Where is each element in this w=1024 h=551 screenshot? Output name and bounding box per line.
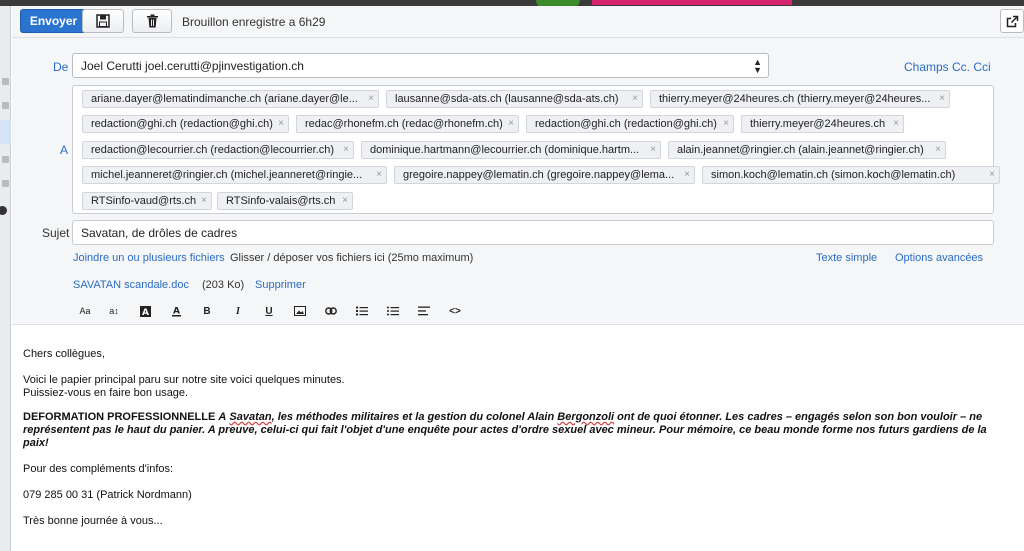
numbered-list-button[interactable]: [353, 302, 371, 320]
message-body-editor[interactable]: Chers collègues, Voici le papier princip…: [12, 324, 1024, 551]
recipient-chip[interactable]: redaction@ghi.ch (redaction@ghi.ch) ×: [526, 115, 734, 133]
draft-status: Brouillon enregistre a 6h29: [182, 15, 326, 29]
recipient-chip[interactable]: lausanne@sda-ats.ch (lausanne@sda-ats.ch…: [386, 90, 643, 108]
body-line: Pour des compléments d'infos:: [23, 463, 174, 475]
recipient-chip[interactable]: simon.koch@lematin.ch (simon.koch@lemati…: [702, 166, 1000, 184]
plain-text-link[interactable]: Texte simple: [816, 252, 877, 264]
remove-recipient-icon[interactable]: ×: [893, 116, 899, 132]
remove-recipient-icon[interactable]: ×: [939, 91, 945, 107]
remove-recipient-icon[interactable]: ×: [376, 167, 382, 183]
send-button[interactable]: Envoyer: [20, 9, 87, 33]
text-color-icon: A: [171, 307, 181, 317]
recipients-field[interactable]: ariane.dayer@lematindimanche.ch (ariane.…: [72, 85, 1000, 214]
floppy-disk-icon: [96, 14, 110, 28]
remove-attachment-link[interactable]: Supprimer: [255, 279, 306, 291]
subject-label: Sujet: [42, 226, 70, 240]
insert-image-button[interactable]: [291, 302, 309, 320]
bold-button[interactable]: B: [198, 302, 216, 320]
folder-icon[interactable]: [2, 156, 9, 163]
cc-bcc-link[interactable]: Champs Cc. Cci: [904, 60, 991, 74]
from-select[interactable]: Joel Cerutti joel.cerutti@pjinvestigatio…: [72, 53, 769, 78]
recipient-chip[interactable]: michel.jeanneret@ringier.ch (michel.jean…: [82, 166, 387, 184]
bullet-list-button[interactable]: [384, 302, 402, 320]
folder-icon[interactable]: [2, 102, 9, 109]
recipient-chip[interactable]: RTSinfo-valais@rts.ch ×: [217, 192, 353, 210]
remove-recipient-icon[interactable]: ×: [343, 142, 349, 158]
attach-files-link[interactable]: Joindre un ou plusieurs fichiers: [73, 252, 225, 264]
recipient-chip[interactable]: thierry.meyer@24heures.ch (thierry.meyer…: [650, 90, 950, 108]
save-draft-button[interactable]: [82, 9, 124, 33]
bullet-list-icon: [387, 306, 399, 316]
highlight-icon: A: [139, 305, 151, 317]
to-label: A: [60, 143, 69, 157]
svg-text:A: A: [142, 308, 149, 317]
popout-button[interactable]: [1000, 9, 1024, 33]
delete-draft-button[interactable]: [132, 9, 172, 33]
left-pane[interactable]: [0, 6, 11, 551]
advanced-options-link[interactable]: Options avancées: [895, 252, 983, 264]
body-greeting: Chers collègues,: [23, 348, 105, 360]
recipient-chip[interactable]: redaction@lecourrier.ch (redaction@lecou…: [82, 141, 354, 159]
recipient-chip[interactable]: thierry.meyer@24heures.ch ×: [741, 115, 904, 133]
select-arrows-icon: ▲ ▼: [753, 57, 762, 75]
subject-value: Savatan, de drôles de cadres: [81, 226, 238, 240]
selected-folder[interactable]: [0, 120, 11, 144]
remove-recipient-icon[interactable]: ×: [935, 142, 941, 158]
remove-recipient-icon[interactable]: ×: [989, 167, 995, 183]
body-closing: Très bonne journée à vous...: [23, 515, 163, 527]
text-color-button[interactable]: A: [167, 302, 185, 320]
remove-recipient-icon[interactable]: ×: [632, 91, 638, 107]
add-folder-icon[interactable]: [0, 206, 7, 215]
compose-panel: Envoyer Brouillon enregistre a 6h29 De J…: [12, 6, 1024, 551]
remove-recipient-icon[interactable]: ×: [368, 91, 374, 107]
from-value: Joel Cerutti joel.cerutti@pjinvestigatio…: [81, 59, 304, 73]
underline-button[interactable]: U: [260, 302, 278, 320]
folder-icon[interactable]: [2, 180, 9, 187]
link-icon: [325, 307, 337, 315]
align-button[interactable]: [415, 302, 433, 320]
line-height-button[interactable]: a↕: [105, 302, 123, 320]
attachment-size: (203 Ko): [202, 279, 245, 291]
image-icon: [294, 306, 306, 316]
font-size-button[interactable]: Aa: [76, 302, 94, 320]
folder-icon[interactable]: [2, 78, 9, 85]
body-line: Puissiez-vous en faire bon usage.: [23, 387, 189, 399]
recipient-chip[interactable]: dominique.hartmann@lecourrier.ch (domini…: [361, 141, 661, 159]
insert-link-button[interactable]: [322, 302, 340, 320]
body-phone: 079 285 00 31 (Patrick Nordmann): [23, 489, 192, 501]
subject-input[interactable]: Savatan, de drôles de cadres: [72, 220, 994, 245]
background-color-button[interactable]: A: [136, 302, 154, 320]
numbered-list-icon: [356, 306, 368, 316]
accent-bar: [592, 0, 792, 5]
remove-recipient-icon[interactable]: ×: [650, 142, 656, 158]
article-caps: DEFORMATION PROFESSIONNELLE: [23, 411, 216, 423]
align-left-icon: [418, 306, 430, 316]
body-line: Voici le papier principal paru sur notre…: [23, 374, 345, 386]
remove-recipient-icon[interactable]: ×: [342, 193, 348, 209]
misspelled-word: Bergonzoli: [557, 411, 615, 423]
popout-icon: [1006, 15, 1018, 27]
recipient-chip[interactable]: redac@rhonefm.ch (redac@rhonefm.ch) ×: [296, 115, 519, 133]
recipient-chip[interactable]: gregoire.nappey@lematin.ch (gregoire.nap…: [394, 166, 695, 184]
attachment-file-link[interactable]: SAVATAN scandale.doc: [73, 279, 189, 291]
compose-toolbar: Envoyer Brouillon enregistre a 6h29: [12, 6, 1024, 38]
recipient-chip[interactable]: ariane.dayer@lematindimanche.ch (ariane.…: [82, 90, 379, 108]
body-article-paragraph: DEFORMATION PROFESSIONNELLE A Savatan, l…: [23, 411, 987, 449]
remove-recipient-icon[interactable]: ×: [201, 193, 207, 209]
recipient-chip[interactable]: RTSinfo-vaud@rts.ch ×: [82, 192, 212, 210]
from-label: De: [53, 60, 69, 74]
recipient-chip[interactable]: redaction@ghi.ch (redaction@ghi.ch) ×: [82, 115, 289, 133]
trash-icon: [146, 14, 158, 28]
misspelled-word: Savatan: [229, 411, 272, 423]
recipient-chip[interactable]: alain.jeannet@ringier.ch (alain.jeannet@…: [668, 141, 946, 159]
remove-recipient-icon[interactable]: ×: [723, 116, 729, 132]
remove-recipient-icon[interactable]: ×: [684, 167, 690, 183]
drop-hint: Glisser / déposer vos fichiers ici (25mo…: [230, 252, 474, 264]
remove-recipient-icon[interactable]: ×: [278, 116, 284, 132]
italic-button[interactable]: I: [229, 302, 247, 320]
remove-recipient-icon[interactable]: ×: [508, 116, 514, 132]
source-code-button[interactable]: <>: [446, 302, 464, 320]
